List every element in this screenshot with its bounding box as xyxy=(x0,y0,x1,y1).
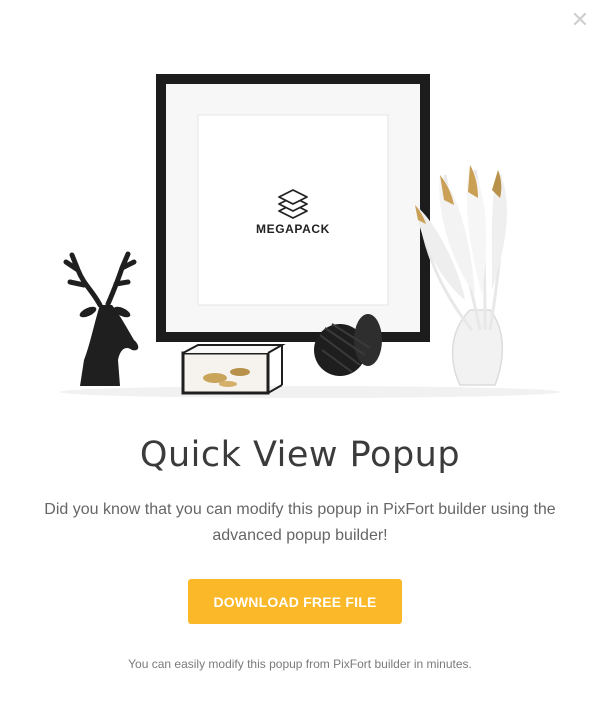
popup-description: Did you know that you can modify this po… xyxy=(44,501,556,544)
download-button[interactable]: DOWNLOAD FREE FILE xyxy=(188,579,402,624)
hero-illustration xyxy=(60,74,560,398)
frame-title: MEGAPACK xyxy=(256,222,330,236)
stacked-layers-icon xyxy=(278,189,308,219)
popup-title: Quick View Popup xyxy=(139,435,461,475)
popup-dialog: ✕ MEGAPACK Quick View Popup Did you know… xyxy=(0,0,600,727)
hero-image: MEGAPACK xyxy=(0,0,600,410)
popup-footnote: You can easily modify this popup from Pi… xyxy=(128,657,472,671)
deer-head-figurine xyxy=(63,251,139,386)
glass-jewelry-box xyxy=(181,344,286,395)
